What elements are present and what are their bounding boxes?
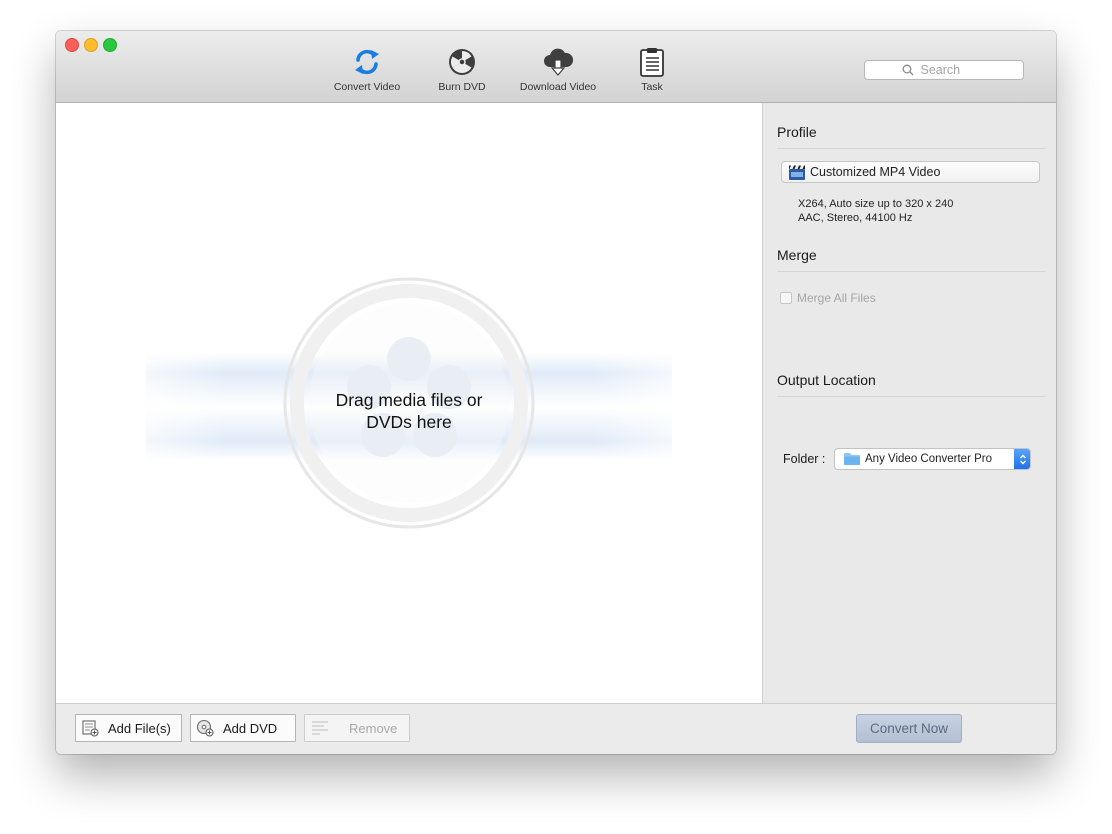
output-divider [777,396,1045,397]
search-field[interactable] [864,60,1024,80]
convert-video-tool[interactable]: Convert Video [331,47,403,93]
maximize-window-button[interactable] [103,38,117,52]
drop-text-line-2: DVDs here [366,412,452,432]
up-down-chevron-icon [1019,454,1026,464]
cloud-download-icon [544,48,574,76]
task-tool[interactable]: Task [626,47,678,93]
profile-selector-button[interactable]: Customized MP4 Video [781,161,1040,183]
settings-sidebar: Profile Customized MP4 Video X264, Auto … [762,103,1056,703]
remove-button[interactable]: Remove [304,714,410,742]
folder-label: Folder : [783,452,826,466]
convert-icon [355,49,379,75]
add-files-label: Add File(s) [108,720,171,736]
add-files-button[interactable]: Add File(s) [75,714,182,742]
burn-dvd-tool[interactable]: Burn DVD [432,47,492,93]
download-video-label: Download Video [519,81,597,93]
profile-description: X264, Auto size up to 320 x 240 AAC, Ste… [798,197,953,225]
media-drop-area[interactable]: Drag media files or DVDs here [56,103,762,703]
merge-all-files-label: Merge All Files [797,291,876,305]
download-video-tool[interactable]: Download Video [515,47,601,93]
add-dvd-button[interactable]: Add DVD [190,714,296,742]
clapperboard-icon [789,165,805,180]
bottom-bar: Add File(s) Add DVD Remove Convert Now [56,703,1056,754]
close-window-button[interactable] [65,38,79,52]
merge-all-files-checkbox[interactable]: Merge All Files [780,291,876,305]
profile-section-title: Profile [777,124,817,140]
folder-icon [844,453,860,465]
task-label: Task [641,81,663,93]
merge-divider [777,271,1045,272]
merge-checkbox-box[interactable] [780,292,792,304]
profile-audio-spec: AAC, Stereo, 44100 Hz [798,212,913,224]
add-dvd-icon [196,719,214,737]
profile-video-spec: X264, Auto size up to 320 x 240 [798,198,954,210]
output-folder-value: Any Video Converter Pro [865,453,992,465]
folder-dropdown-arrows[interactable] [1014,449,1030,469]
profile-divider [777,148,1045,149]
output-folder-select[interactable]: Any Video Converter Pro [834,448,1031,470]
add-dvd-label: Add DVD [223,720,278,736]
search-icon [902,64,913,76]
remove-label: Remove [349,720,398,736]
minimize-window-button[interactable] [84,38,98,52]
drop-text-line-1: Drag media files or [335,390,483,410]
profile-selector-label: Customized MP4 Video [810,165,941,179]
toolbar: Convert Video Burn DVD Download Video Ta… [56,31,1056,103]
search-input[interactable] [918,62,987,78]
output-location-title: Output Location [777,372,876,388]
convert-now-button[interactable]: Convert Now [856,714,962,743]
remove-list-icon [312,721,328,735]
burn-dvd-icon [449,49,475,75]
drop-instructions: Drag media files or DVDs here [259,389,559,433]
app-window: Convert Video Burn DVD Download Video Ta… [56,31,1056,754]
convert-video-label: Convert Video [333,81,401,93]
add-file-icon [82,720,99,737]
merge-section-title: Merge [777,247,817,263]
clipboard-icon [640,48,664,77]
burn-dvd-label: Burn DVD [438,81,486,93]
